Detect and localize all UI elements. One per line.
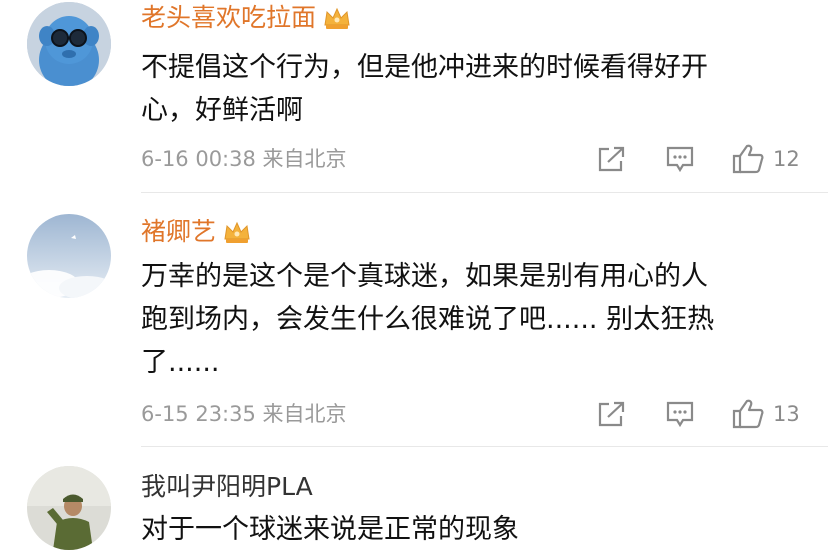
comment-line: 对于一个球迷来说是正常的现象 bbox=[141, 514, 519, 545]
avatar[interactable] bbox=[27, 466, 111, 550]
comment-body: 对于一个球迷来说是正常的现象 bbox=[141, 508, 801, 551]
username-text[interactable]: 我叫尹阳明PLA bbox=[141, 472, 313, 502]
username[interactable]: 我叫尹阳明PLA bbox=[141, 472, 313, 502]
comment-item: 我叫尹阳明PLA 对于一个球迷来说是正常的现象 bbox=[0, 0, 828, 555]
